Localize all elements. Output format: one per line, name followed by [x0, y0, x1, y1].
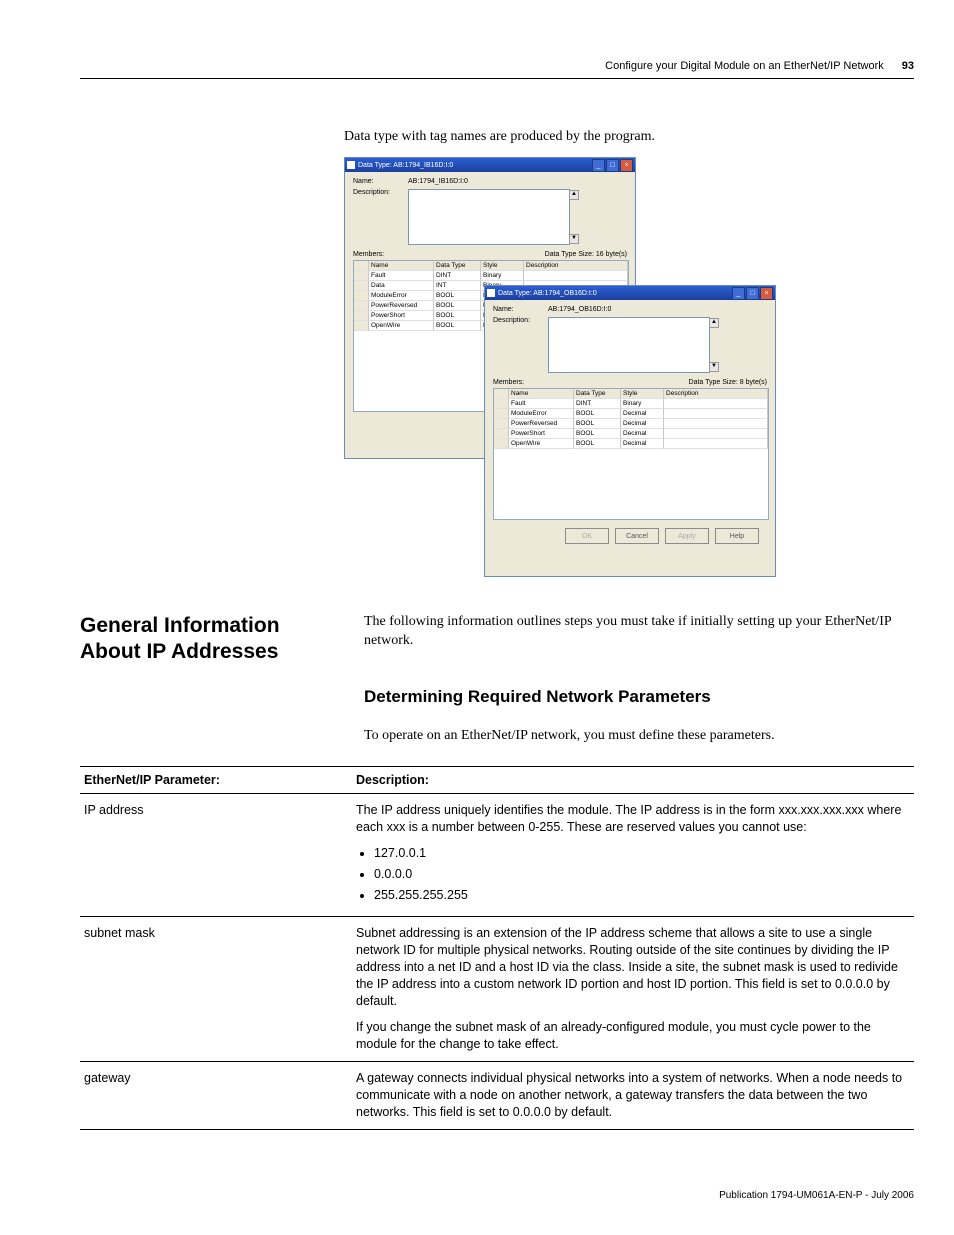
param-desc-text: The IP address uniquely identifies the m…	[356, 803, 901, 834]
param-desc: Subnet addressing is an extension of the…	[352, 917, 914, 1062]
param-header-col1: EtherNet/IP Parameter:	[80, 766, 352, 793]
param-header-col2: Description:	[352, 766, 914, 793]
dialog1-title: Data Type: AB:1794_IB16D:I:0	[358, 162, 453, 169]
col-style: Style	[481, 261, 524, 271]
description-textarea[interactable]: ▲ ▼	[548, 317, 710, 373]
dialog2-title: Data Type: AB:1794_OB16D:I:0	[498, 290, 597, 297]
table-row[interactable]: FaultDINTBinary	[494, 399, 768, 409]
close-button[interactable]: ×	[620, 159, 633, 172]
table-row[interactable]: PowerReversedBOOLDecimal	[494, 419, 768, 429]
members-table: Name Data Type Style Description FaultDI…	[493, 388, 769, 520]
maximize-button[interactable]: □	[606, 159, 619, 172]
help-button[interactable]: Help	[715, 528, 759, 544]
param-row-ipaddress: IP address The IP address uniquely ident…	[80, 793, 914, 916]
col-datatype: Data Type	[434, 261, 481, 271]
publication-footer: Publication 1794-UM061A-EN-P - July 2006	[80, 1190, 914, 1201]
param-name: subnet mask	[80, 917, 352, 1062]
table-row[interactable]: PowerShortBOOLDecimal	[494, 429, 768, 439]
page-header: Configure your Digital Module on an Ethe…	[80, 60, 914, 79]
table-row[interactable]: ModuleErrorBOOLDecimal	[494, 409, 768, 419]
page-number: 93	[902, 60, 914, 72]
table-row[interactable]: OpenWireBOOLDecimal	[494, 439, 768, 449]
header-title: Configure your Digital Module on an Ethe…	[605, 60, 884, 72]
dialog-datatype-2: Data Type: AB:1794_OB16D:I:0 _ □ × Name:…	[484, 285, 776, 577]
param-row-subnet: subnet mask Subnet addressing is an exte…	[80, 917, 914, 1062]
list-item: 127.0.0.1	[374, 845, 910, 862]
col-name: Name	[509, 389, 574, 399]
window-icon	[347, 161, 355, 169]
name-label: Name:	[353, 178, 408, 185]
param-desc: A gateway connects individual physical n…	[352, 1062, 914, 1130]
members-label: Members:	[493, 379, 524, 386]
parameter-table: EtherNet/IP Parameter: Description: IP a…	[80, 766, 914, 1130]
cancel-button[interactable]: Cancel	[615, 528, 659, 544]
window-icon	[487, 289, 495, 297]
screenshots-area: Data Type: AB:1794_IB16D:I:0 _ □ × Name:…	[344, 157, 914, 577]
table-row[interactable]: FaultDINTBinary	[354, 271, 628, 281]
param-desc-p1: Subnet addressing is an extension of the…	[356, 925, 910, 1009]
intro-text: Data type with tag names are produced by…	[344, 129, 914, 145]
dialog2-titlebar: Data Type: AB:1794_OB16D:I:0 _ □ ×	[485, 286, 775, 300]
scroll-down-icon[interactable]: ▼	[709, 362, 719, 372]
datatype-size: Data Type Size: 16 byte(s)	[545, 251, 627, 258]
apply-button[interactable]: Apply	[665, 528, 709, 544]
section-heading: General Information About IP Addresses	[80, 613, 344, 666]
description-label: Description:	[353, 189, 408, 245]
col-datatype: Data Type	[574, 389, 621, 399]
section-intro-para: The following information outlines steps…	[364, 613, 914, 651]
param-desc-p2: If you change the subnet mask of an alre…	[356, 1019, 910, 1053]
param-desc: The IP address uniquely identifies the m…	[352, 793, 914, 916]
name-value: AB:1794_IB16D:I:0	[408, 178, 627, 185]
datatype-size: Data Type Size: 8 byte(s)	[689, 379, 767, 386]
list-item: 0.0.0.0	[374, 866, 910, 883]
subsection-para: To operate on an EtherNet/IP network, yo…	[364, 727, 914, 746]
col-description: Description	[664, 389, 768, 399]
name-value: AB:1794_OB16D:I:0	[548, 306, 767, 313]
minimize-button[interactable]: _	[732, 287, 745, 300]
col-style: Style	[621, 389, 664, 399]
scroll-down-icon[interactable]: ▼	[569, 234, 579, 244]
maximize-button[interactable]: □	[746, 287, 759, 300]
table-header: Name Data Type Style Description	[354, 261, 628, 271]
name-label: Name:	[493, 306, 548, 313]
param-row-gateway: gateway A gateway connects individual ph…	[80, 1062, 914, 1130]
scroll-up-icon[interactable]: ▲	[709, 318, 719, 328]
reserved-values-list: 127.0.0.1 0.0.0.0 255.255.255.255	[356, 845, 910, 904]
description-label: Description:	[493, 317, 548, 373]
param-table-header: EtherNet/IP Parameter: Description:	[80, 766, 914, 793]
list-item: 255.255.255.255	[374, 887, 910, 904]
ok-button[interactable]: OK	[565, 528, 609, 544]
col-name: Name	[369, 261, 434, 271]
minimize-button[interactable]: _	[592, 159, 605, 172]
description-textarea[interactable]: ▲ ▼	[408, 189, 570, 245]
param-name: gateway	[80, 1062, 352, 1130]
scroll-up-icon[interactable]: ▲	[569, 190, 579, 200]
table-header: Name Data Type Style Description	[494, 389, 768, 399]
subsection-heading: Determining Required Network Parameters	[364, 687, 914, 707]
param-name: IP address	[80, 793, 352, 916]
close-button[interactable]: ×	[760, 287, 773, 300]
dialog1-titlebar: Data Type: AB:1794_IB16D:I:0 _ □ ×	[345, 158, 635, 172]
members-label: Members:	[353, 251, 384, 258]
col-description: Description	[524, 261, 628, 271]
